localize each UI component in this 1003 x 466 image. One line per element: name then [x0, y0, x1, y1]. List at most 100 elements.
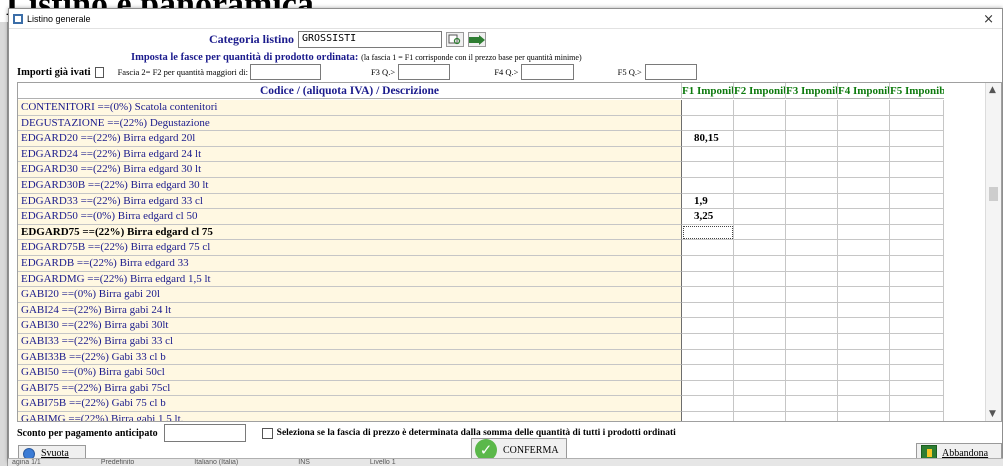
- cell-f3[interactable]: [786, 396, 838, 412]
- row-description[interactable]: GABIMG ==(22%) Birra gabi 1,5 lt.: [18, 411, 682, 421]
- cell-f2[interactable]: [734, 349, 786, 366]
- cell-f5[interactable]: [890, 333, 944, 350]
- row-description[interactable]: EDGARD24 ==(22%) Birra edgard 24 lt: [18, 146, 682, 163]
- cell-f4[interactable]: [838, 100, 890, 116]
- cell-f4[interactable]: [838, 380, 890, 397]
- category-input[interactable]: GROSSISTI: [298, 31, 442, 48]
- table-row[interactable]: EDGARDB ==(22%) Birra edgard 33: [18, 255, 950, 272]
- table-row[interactable]: GABI50 ==(0%) Birra gabi 50cl: [18, 365, 950, 381]
- cell-f4[interactable]: [838, 240, 890, 256]
- cell-f1[interactable]: [682, 146, 734, 163]
- cell-f4[interactable]: [838, 349, 890, 366]
- scroll-down-icon[interactable]: ▼: [989, 409, 996, 419]
- cell-f1[interactable]: [682, 396, 734, 412]
- cell-f2[interactable]: [734, 115, 786, 132]
- table-row[interactable]: DEGUSTAZIONE ==(22%) Degustazione: [18, 115, 950, 132]
- cell-f2[interactable]: [734, 396, 786, 412]
- table-row[interactable]: EDGARD30 ==(22%) Birra edgard 30 lt: [18, 162, 950, 178]
- row-description[interactable]: GABI75B ==(22%) Gabi 75 cl b: [18, 396, 682, 412]
- cell-f3[interactable]: [786, 255, 838, 272]
- close-button[interactable]: ×: [983, 12, 994, 27]
- f3-input[interactable]: [398, 64, 451, 80]
- header-f4[interactable]: F4 Imponib: [838, 83, 890, 99]
- cell-f1[interactable]: [682, 318, 734, 334]
- cell-f4[interactable]: [838, 318, 890, 334]
- cell-f1[interactable]: [682, 224, 734, 241]
- row-description[interactable]: EDGARD30B ==(22%) Birra edgard 30 lt: [18, 177, 682, 194]
- row-description[interactable]: DEGUSTAZIONE ==(22%) Degustazione: [18, 115, 682, 132]
- sconto-input[interactable]: [163, 424, 246, 442]
- scroll-up-icon[interactable]: ▲: [989, 85, 996, 95]
- cell-f5[interactable]: [890, 100, 944, 116]
- cell-f5[interactable]: [890, 162, 944, 178]
- header-description[interactable]: Codice / (aliquota IVA) / Descrizione: [18, 83, 682, 99]
- cell-f4[interactable]: [838, 287, 890, 303]
- f4-input[interactable]: [521, 64, 574, 80]
- cell-f2[interactable]: [734, 131, 786, 147]
- cell-f4[interactable]: [838, 115, 890, 132]
- header-f2[interactable]: F2 Imponib: [734, 83, 786, 99]
- cell-f5[interactable]: [890, 271, 944, 288]
- cell-f3[interactable]: [786, 302, 838, 319]
- cell-f4[interactable]: [838, 177, 890, 194]
- cell-f1[interactable]: 3,25: [682, 209, 734, 225]
- cell-f2[interactable]: [734, 255, 786, 272]
- row-description[interactable]: GABI33B ==(22%) Gabi 33 cl b: [18, 349, 682, 366]
- cell-f1[interactable]: 1,9: [682, 193, 734, 210]
- table-row[interactable]: GABI75 ==(22%) Birra gabi 75cl: [18, 380, 950, 397]
- table-row[interactable]: GABIMG ==(22%) Birra gabi 1,5 lt.: [18, 411, 950, 421]
- row-description[interactable]: EDGARDMG ==(22%) Birra edgard 1,5 lt: [18, 271, 682, 288]
- cell-f2[interactable]: [734, 302, 786, 319]
- cell-f2[interactable]: [734, 209, 786, 225]
- cell-f2[interactable]: [734, 240, 786, 256]
- cell-f4[interactable]: [838, 271, 890, 288]
- cell-f1[interactable]: [682, 240, 734, 256]
- cell-f3[interactable]: [786, 224, 838, 241]
- row-description[interactable]: GABI75 ==(22%) Birra gabi 75cl: [18, 380, 682, 397]
- table-row[interactable]: GABI24 ==(22%) Birra gabi 24 lt: [18, 302, 950, 319]
- cell-f3[interactable]: [786, 131, 838, 147]
- table-row[interactable]: GABI75B ==(22%) Gabi 75 cl b: [18, 396, 950, 412]
- cell-f4[interactable]: [838, 411, 890, 421]
- row-description[interactable]: GABI20 ==(0%) Birra gabi 20l: [18, 287, 682, 303]
- header-f1[interactable]: F1 Imponib: [682, 83, 734, 99]
- table-row[interactable]: EDGARD33 ==(22%) Birra edgard 33 cl 1,9: [18, 193, 950, 210]
- table-row[interactable]: EDGARD75B ==(22%) Birra edgard 75 cl: [18, 240, 950, 256]
- cell-f1[interactable]: [682, 177, 734, 194]
- cell-f5[interactable]: [890, 177, 944, 194]
- cell-f3[interactable]: [786, 177, 838, 194]
- cell-f5[interactable]: [890, 209, 944, 225]
- cell-f4[interactable]: [838, 131, 890, 147]
- table-row[interactable]: EDGARD30B ==(22%) Birra edgard 30 lt: [18, 177, 950, 194]
- cell-f5[interactable]: [890, 318, 944, 334]
- cell-f1[interactable]: [682, 100, 734, 116]
- cell-f5[interactable]: [890, 396, 944, 412]
- cell-f5[interactable]: [890, 146, 944, 163]
- cell-f2[interactable]: [734, 146, 786, 163]
- cell-f2[interactable]: [734, 193, 786, 210]
- cell-f2[interactable]: [734, 333, 786, 350]
- search-category-button[interactable]: [446, 32, 464, 47]
- row-description[interactable]: EDGARD30 ==(22%) Birra edgard 30 lt: [18, 162, 682, 178]
- cell-f3[interactable]: [786, 333, 838, 350]
- cell-f5[interactable]: [890, 349, 944, 366]
- cell-f4[interactable]: [838, 333, 890, 350]
- cell-f1[interactable]: [682, 333, 734, 350]
- cell-f5[interactable]: [890, 115, 944, 132]
- cell-f5[interactable]: [890, 193, 944, 210]
- cell-f5[interactable]: [890, 287, 944, 303]
- row-description[interactable]: EDGARDB ==(22%) Birra edgard 33: [18, 255, 682, 272]
- cell-f5[interactable]: [890, 240, 944, 256]
- cell-f5[interactable]: [890, 411, 944, 421]
- cell-f2[interactable]: [734, 380, 786, 397]
- header-f3[interactable]: F3 Imponib: [786, 83, 838, 99]
- cell-f1[interactable]: [682, 162, 734, 178]
- row-description[interactable]: GABI30 ==(22%) Birra gabi 30lt: [18, 318, 682, 334]
- vertical-scrollbar[interactable]: ▲ ▼: [985, 83, 1001, 421]
- cell-f5[interactable]: [890, 255, 944, 272]
- row-description[interactable]: EDGARD20 ==(22%) Birra edgard 20l: [18, 131, 682, 147]
- table-row[interactable]: EDGARD24 ==(22%) Birra edgard 24 lt: [18, 146, 950, 163]
- cell-f3[interactable]: [786, 271, 838, 288]
- row-description[interactable]: EDGARD75B ==(22%) Birra edgard 75 cl: [18, 240, 682, 256]
- cell-f1[interactable]: [682, 365, 734, 381]
